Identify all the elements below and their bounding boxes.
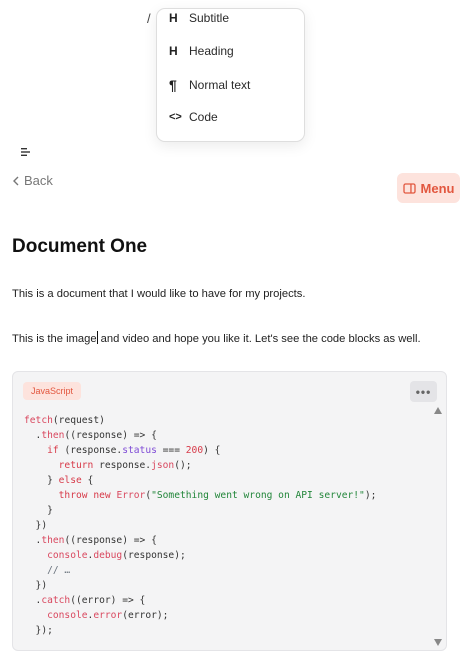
code-token: . — [24, 430, 42, 441]
heading-icon: H — [169, 44, 178, 58]
code-line: .catch((error) => { — [24, 593, 376, 608]
slash-command-trigger: / — [147, 11, 151, 26]
code-line: throw new Error("Something went wrong on… — [24, 488, 377, 503]
menu-item-label: Normal text — [189, 78, 251, 92]
code-line: // … — [24, 563, 376, 578]
scroll-down-arrow-icon[interactable] — [434, 639, 442, 646]
code-token: console — [47, 550, 88, 561]
code-token: (error); — [122, 610, 169, 621]
code-token: Error — [116, 490, 146, 501]
code-line: console.debug(response); — [24, 548, 376, 563]
menu-item-heading[interactable]: H Heading — [169, 44, 234, 58]
back-link[interactable]: Back — [12, 173, 53, 188]
paragraph-text-after-caret: and video and hope you like it. Let's se… — [97, 333, 421, 345]
code-token: . — [24, 595, 42, 606]
code-line: if (response.status === 200) { — [24, 443, 376, 458]
code-token: if — [47, 445, 59, 456]
menu-item-subtitle[interactable]: H Subtitle — [169, 11, 229, 25]
code-block[interactable]: JavaScript ••• fetch(request) .then((res… — [12, 371, 447, 651]
code-token: } — [24, 475, 59, 486]
code-token: ); — [364, 490, 377, 501]
code-token: (response); — [122, 550, 186, 561]
code-token: }) — [24, 580, 48, 591]
language-badge[interactable]: JavaScript — [23, 382, 82, 400]
code-icon: <> — [169, 111, 182, 123]
block-type-menu: H Subtitle H Heading ¶ Normal text <> Co… — [156, 8, 305, 142]
code-line: }); — [24, 623, 376, 638]
code-token: }) — [24, 520, 48, 531]
pilcrow-icon: ¶ — [169, 77, 177, 93]
code-scrollbar[interactable] — [432, 405, 444, 650]
code-token: json — [151, 460, 175, 471]
code-token: === — [156, 445, 186, 456]
code-token: return — [58, 460, 94, 471]
code-line: fetch(request) — [24, 413, 376, 428]
paragraph-text-before-caret: This is the image — [12, 333, 97, 345]
code-token: fetch — [24, 415, 53, 426]
menu-label: Menu — [420, 180, 455, 196]
code-token: (); — [174, 460, 192, 471]
sidebar-panel-icon — [402, 182, 416, 194]
code-token: status — [122, 445, 157, 456]
code-line: } else { — [24, 473, 376, 488]
code-token: } — [24, 505, 53, 516]
code-content[interactable]: fetch(request) .then((response) => { if … — [24, 413, 376, 638]
code-token: "Something went wrong on API server!" — [151, 490, 365, 501]
code-token: else — [58, 475, 82, 486]
scroll-up-arrow-icon[interactable] — [434, 407, 442, 414]
code-token: (response. — [58, 445, 123, 456]
chevron-left-icon — [13, 176, 19, 185]
code-token: error — [93, 610, 123, 621]
menu-item-normal-text[interactable]: ¶ Normal text — [169, 77, 250, 93]
code-token: { — [81, 475, 94, 486]
code-token: catch — [41, 595, 71, 606]
code-line: .then((response) => { — [24, 428, 376, 443]
code-token: ) { — [203, 445, 221, 456]
code-token: // … — [47, 565, 71, 576]
menu-button[interactable]: Menu — [397, 173, 460, 203]
code-line: } — [24, 503, 376, 518]
document-title[interactable]: Document One — [12, 236, 147, 258]
menu-item-label: Heading — [189, 44, 234, 58]
code-token: ((error) => { — [70, 595, 146, 606]
code-token: ((response) => { — [64, 535, 157, 546]
paragraph[interactable]: This is a document that I would like to … — [12, 288, 306, 300]
subtitle-icon: H — [169, 11, 178, 25]
code-token: then — [41, 430, 65, 441]
code-token: 200 — [185, 445, 204, 456]
code-token: new — [93, 490, 111, 501]
code-token: . — [24, 535, 42, 546]
code-token: (request) — [52, 415, 105, 426]
code-line: console.error(error); — [24, 608, 376, 623]
code-line: }) — [24, 578, 376, 593]
code-token: ((response) => { — [64, 430, 157, 441]
paragraph-with-cursor[interactable]: This is the image and video and hope you… — [12, 331, 421, 345]
code-token: throw — [58, 490, 88, 501]
code-line: return response.json(); — [24, 458, 376, 473]
menu-item-label: Subtitle — [189, 11, 230, 25]
code-token: }); — [24, 625, 53, 636]
code-token: console — [47, 610, 88, 621]
code-line: }) — [24, 518, 376, 533]
align-left-icon[interactable] — [20, 146, 32, 158]
code-token: then — [41, 535, 65, 546]
code-line: .then((response) => { — [24, 533, 376, 548]
more-options-button[interactable]: ••• — [410, 381, 437, 402]
menu-item-label: Code — [189, 110, 218, 124]
menu-item-code[interactable]: <> Code — [169, 110, 218, 124]
code-token: debug — [93, 550, 123, 561]
back-label: Back — [24, 173, 53, 188]
code-token: response. — [93, 460, 152, 471]
